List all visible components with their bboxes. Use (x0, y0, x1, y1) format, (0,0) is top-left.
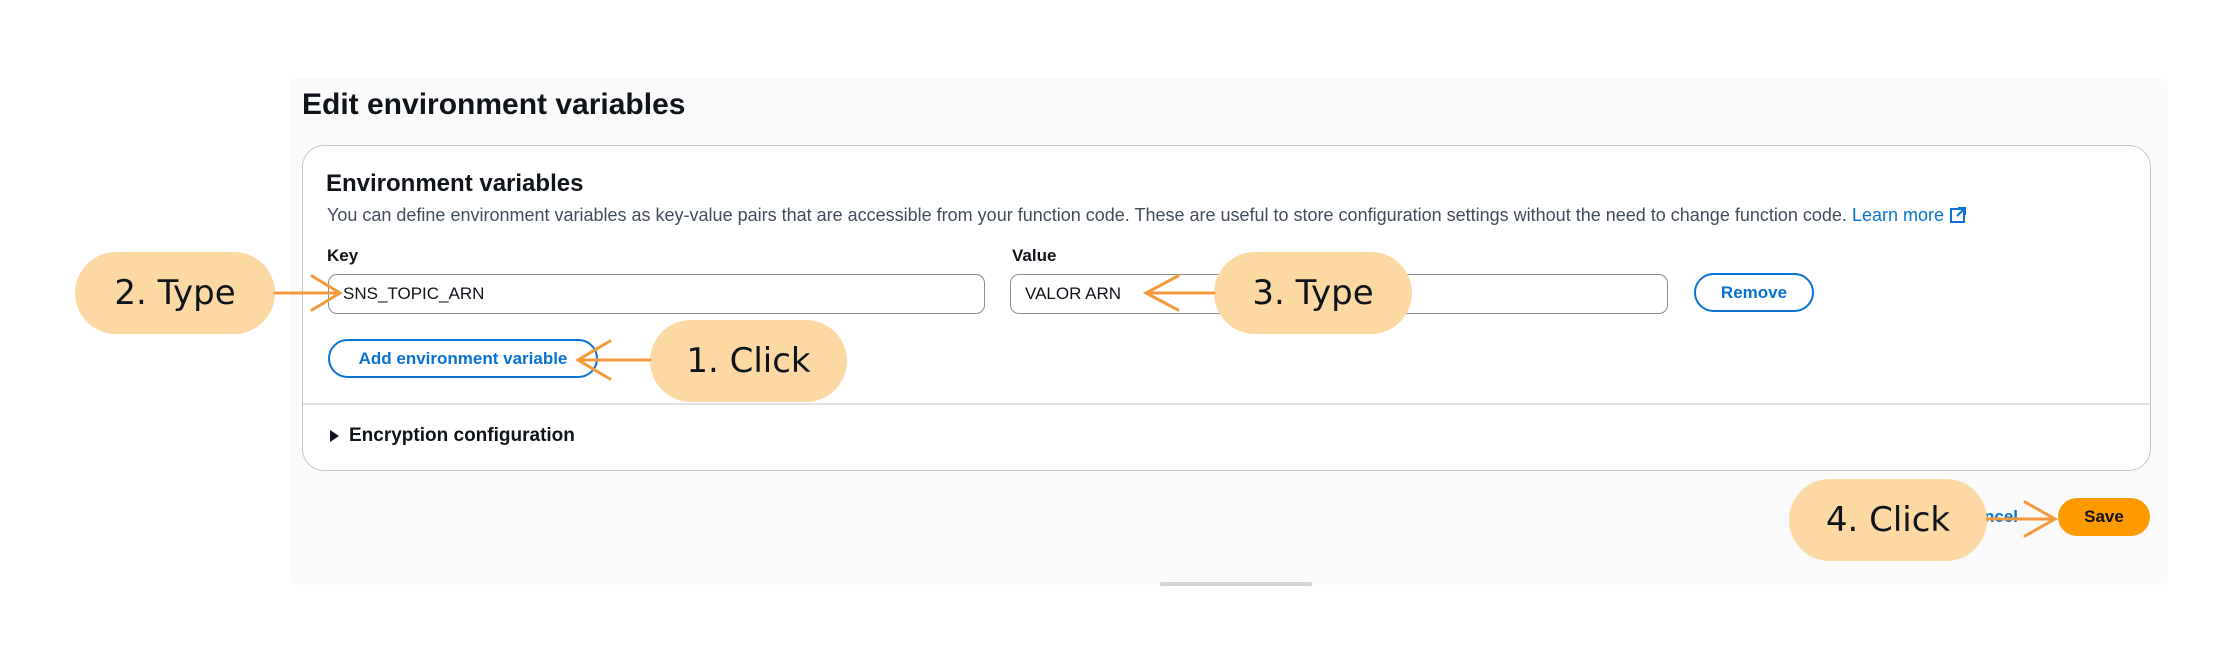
key-label: Key (327, 246, 359, 265)
learn-more-label: Learn more (1851, 205, 1944, 225)
save-button[interactable]: Save (2058, 498, 2150, 536)
callout-step-1: 1. Click (650, 320, 847, 402)
callout-step-2: 2. Type (75, 252, 275, 334)
learn-more-link[interactable]: Learn more (1852, 205, 1967, 225)
remove-button[interactable]: Remove (1694, 273, 1814, 312)
key-input[interactable] (328, 274, 985, 314)
page-title: Edit environment variables (302, 88, 686, 121)
section-description: You can define environment variables as … (327, 205, 1967, 226)
description-text: You can define environment variables as … (327, 205, 1847, 225)
external-link-icon (1950, 207, 1966, 223)
section-divider (303, 403, 2150, 405)
encryption-configuration-expander[interactable]: Encryption configuration (330, 425, 575, 447)
callout-step-4: 4. Click (1789, 479, 1987, 561)
encryption-label: Encryption configuration (349, 425, 575, 446)
value-label: Value (1012, 246, 1057, 265)
add-environment-variable-button[interactable]: Add environment variable (328, 339, 598, 378)
caret-right-icon (330, 430, 339, 442)
cancel-button[interactable]: ncel (1984, 507, 2018, 527)
bottom-handle (1160, 582, 1312, 586)
section-title: Environment variables (326, 170, 584, 197)
callout-step-3: 3. Type (1214, 252, 1412, 334)
